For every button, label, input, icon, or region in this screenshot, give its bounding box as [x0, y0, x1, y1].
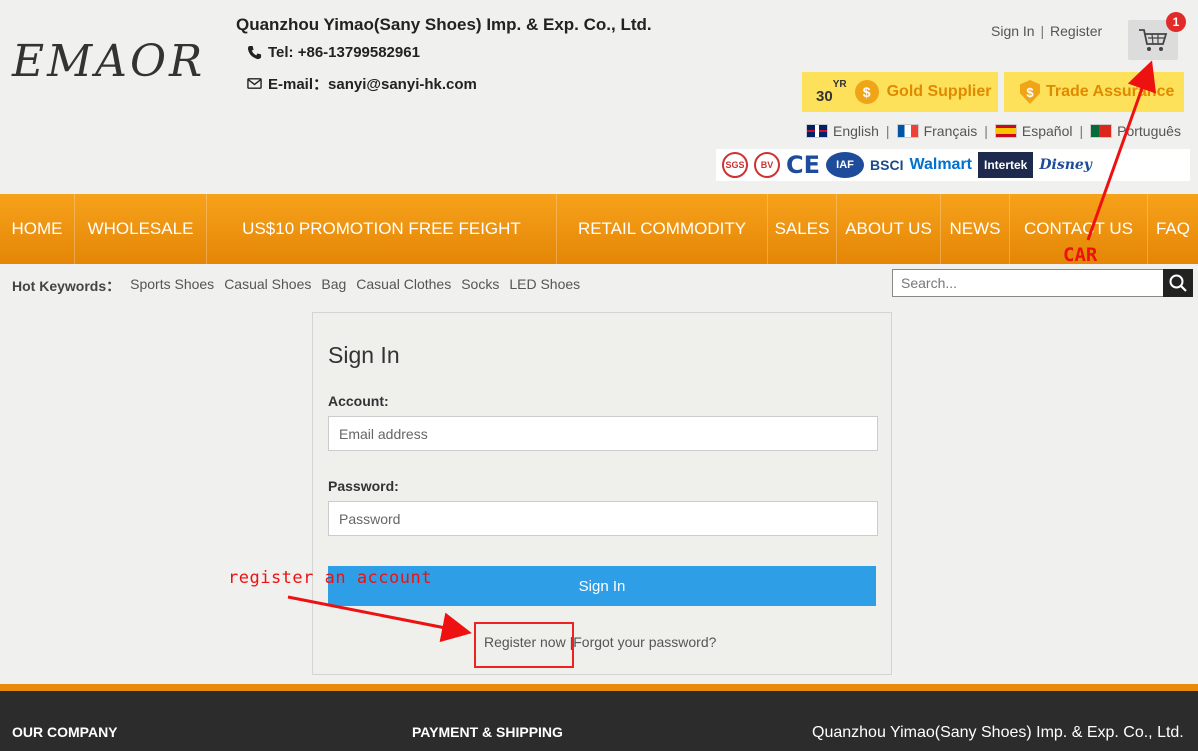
lang-portuguese[interactable]: Português [1117, 123, 1181, 139]
contact-email: E-mail：sanyi@sanyi-hk.com [247, 73, 477, 94]
keyword-link[interactable]: Casual Clothes [356, 276, 451, 296]
nav-faq[interactable]: FAQ [1148, 194, 1198, 264]
hot-keywords: Hot Keywords： Sports Shoes Casual Shoes … [12, 276, 580, 296]
footer-accent-bar [0, 684, 1198, 691]
email-field[interactable] [328, 416, 878, 451]
signin-title: Sign In [328, 342, 400, 368]
forgot-password-link[interactable]: Forgot your password? [573, 634, 716, 650]
ce-logo-icon: CE [786, 151, 821, 179]
annotation-register-label: register an account [228, 568, 432, 588]
keyword-link[interactable]: Socks [461, 276, 499, 296]
search-button[interactable] [1163, 269, 1193, 297]
bv-logo-icon: BV [754, 152, 780, 178]
footer-company-name: Quanzhou Yimao(Sany Shoes) Imp. & Exp. C… [812, 724, 1184, 741]
envelope-icon [247, 78, 262, 89]
site-logo[interactable]: EMAOR [12, 36, 205, 87]
company-name: Quanzhou Yimao(Sany Shoes) Imp. & Exp. C… [236, 15, 652, 34]
password-field[interactable] [328, 501, 878, 536]
certification-logos: SGS BV CE IAF BSCI Walmart Intertek Disn… [716, 149, 1190, 181]
auth-links: Sign In | Register [991, 23, 1102, 39]
main-nav: HOME WHOLESALE US$10 PROMOTION FREE FEIG… [0, 194, 1198, 264]
portugal-flag-icon [1090, 124, 1113, 138]
keyword-link[interactable]: Bag [321, 276, 346, 296]
keyword-link[interactable]: Sports Shoes [130, 276, 214, 296]
nav-news[interactable]: NEWS [941, 194, 1010, 264]
account-label: Account: [328, 393, 389, 409]
nav-promotion[interactable]: US$10 PROMOTION FREE FEIGHT [207, 194, 557, 264]
annotation-highlight-box [474, 622, 574, 668]
phone-text: Tel: +86-13799582961 [268, 44, 420, 61]
cart-count-badge: 1 [1166, 12, 1186, 32]
shopping-cart-icon [1139, 29, 1168, 51]
sign-in-link[interactable]: Sign In [991, 23, 1035, 39]
password-label: Password: [328, 478, 399, 494]
nav-home[interactable]: HOME [0, 194, 75, 264]
nav-wholesale[interactable]: WHOLESALE [75, 194, 207, 264]
search-input[interactable] [892, 269, 1164, 297]
lang-separator: | [1079, 123, 1084, 139]
trade-assurance-badge[interactable]: $ Trade Assurance [1004, 72, 1184, 112]
lang-separator: | [885, 123, 890, 139]
search-icon [1169, 274, 1187, 292]
auth-separator: | [1040, 23, 1045, 39]
lang-english[interactable]: English [833, 123, 879, 139]
spain-flag-icon [994, 124, 1017, 138]
nav-sales[interactable]: SALES [768, 194, 837, 264]
sgs-logo-icon: SGS [722, 152, 748, 178]
register-link[interactable]: Register [1050, 23, 1102, 39]
bsci-logo-icon: BSCI [870, 157, 904, 173]
uk-flag-icon [806, 124, 828, 138]
nav-retail-commodity[interactable]: RETAIL COMMODITY [557, 194, 768, 264]
gold-coin-icon: $ [854, 80, 879, 104]
phone-icon [247, 45, 262, 60]
keyword-link[interactable]: Casual Shoes [224, 276, 311, 296]
disney-logo-icon: Disney [1039, 157, 1092, 173]
gold-supplier-label: Gold Supplier [886, 83, 992, 100]
france-flag-icon [896, 124, 919, 138]
lang-spanish[interactable]: Español [1022, 123, 1073, 139]
lang-french[interactable]: Français [924, 123, 978, 139]
footer [0, 691, 1198, 751]
language-selector: English | Français | Español | Português [806, 123, 1181, 139]
shield-icon: $ [1020, 80, 1040, 104]
footer-payment-heading: PAYMENT & SHIPPING [412, 724, 563, 740]
contact-phone: Tel: +86-13799582961 [247, 44, 420, 61]
nav-about-us[interactable]: ABOUT US [837, 194, 941, 264]
years-label: 30YR [816, 79, 847, 105]
trade-assurance-label: Trade Assurance [1046, 83, 1175, 100]
intertek-logo-icon: Intertek [978, 152, 1034, 178]
annotation-car-label: CAR [1063, 244, 1098, 266]
footer-our-company-heading: OUR COMPANY [12, 724, 118, 740]
gold-supplier-badge[interactable]: 30YR $ Gold Supplier [802, 72, 998, 112]
email-text: E-mail：sanyi@sanyi-hk.com [268, 76, 477, 93]
iaf-logo-icon: IAF [826, 152, 865, 178]
walmart-logo-icon: Walmart [909, 156, 972, 173]
keyword-link[interactable]: LED Shoes [509, 276, 580, 296]
hot-keywords-label: Hot Keywords： [12, 278, 121, 294]
lang-separator: | [984, 123, 988, 139]
